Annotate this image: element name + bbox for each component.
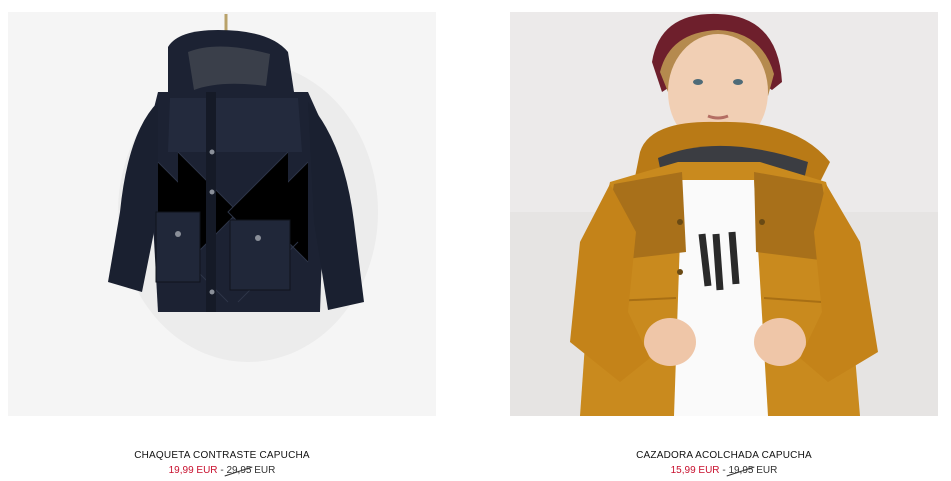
navy-jacket-icon [8, 12, 436, 416]
product-info: CHAQUETA CONTRASTE CAPUCHA 19,99 EUR - 2… [8, 449, 436, 478]
product-name-link[interactable]: CHAQUETA CONTRASTE CAPUCHA [8, 449, 436, 463]
mustard-jacket-boy-icon [510, 12, 938, 416]
sale-price: 15,99 EUR [670, 465, 720, 476]
original-price-currency: EUR [756, 465, 778, 476]
product-image[interactable] [8, 12, 436, 416]
original-price: 19,95 EUR [728, 465, 777, 476]
price-separator: - [220, 465, 224, 476]
product-image[interactable] [510, 12, 938, 416]
sale-price: 19,99 EUR [168, 465, 218, 476]
original-price: 29,95 EUR [226, 465, 275, 476]
original-price-currency: EUR [254, 465, 276, 476]
original-price-number: 29,95 [226, 465, 252, 476]
price-line: 19,99 EUR - 29,95 EUR [8, 464, 436, 478]
price-line: 15,99 EUR - 19,95 EUR [510, 464, 938, 478]
original-price-number: 19,95 [728, 465, 754, 476]
product-card[interactable]: CHAQUETA CONTRASTE CAPUCHA 19,99 EUR - 2… [8, 12, 436, 478]
product-grid: CHAQUETA CONTRASTE CAPUCHA 19,99 EUR - 2… [0, 0, 951, 481]
product-card[interactable]: CAZADORA ACOLCHADA CAPUCHA 15,99 EUR - 1… [510, 12, 938, 478]
price-separator: - [722, 465, 726, 476]
product-name-link[interactable]: CAZADORA ACOLCHADA CAPUCHA [510, 449, 938, 463]
product-info: CAZADORA ACOLCHADA CAPUCHA 15,99 EUR - 1… [510, 449, 938, 478]
